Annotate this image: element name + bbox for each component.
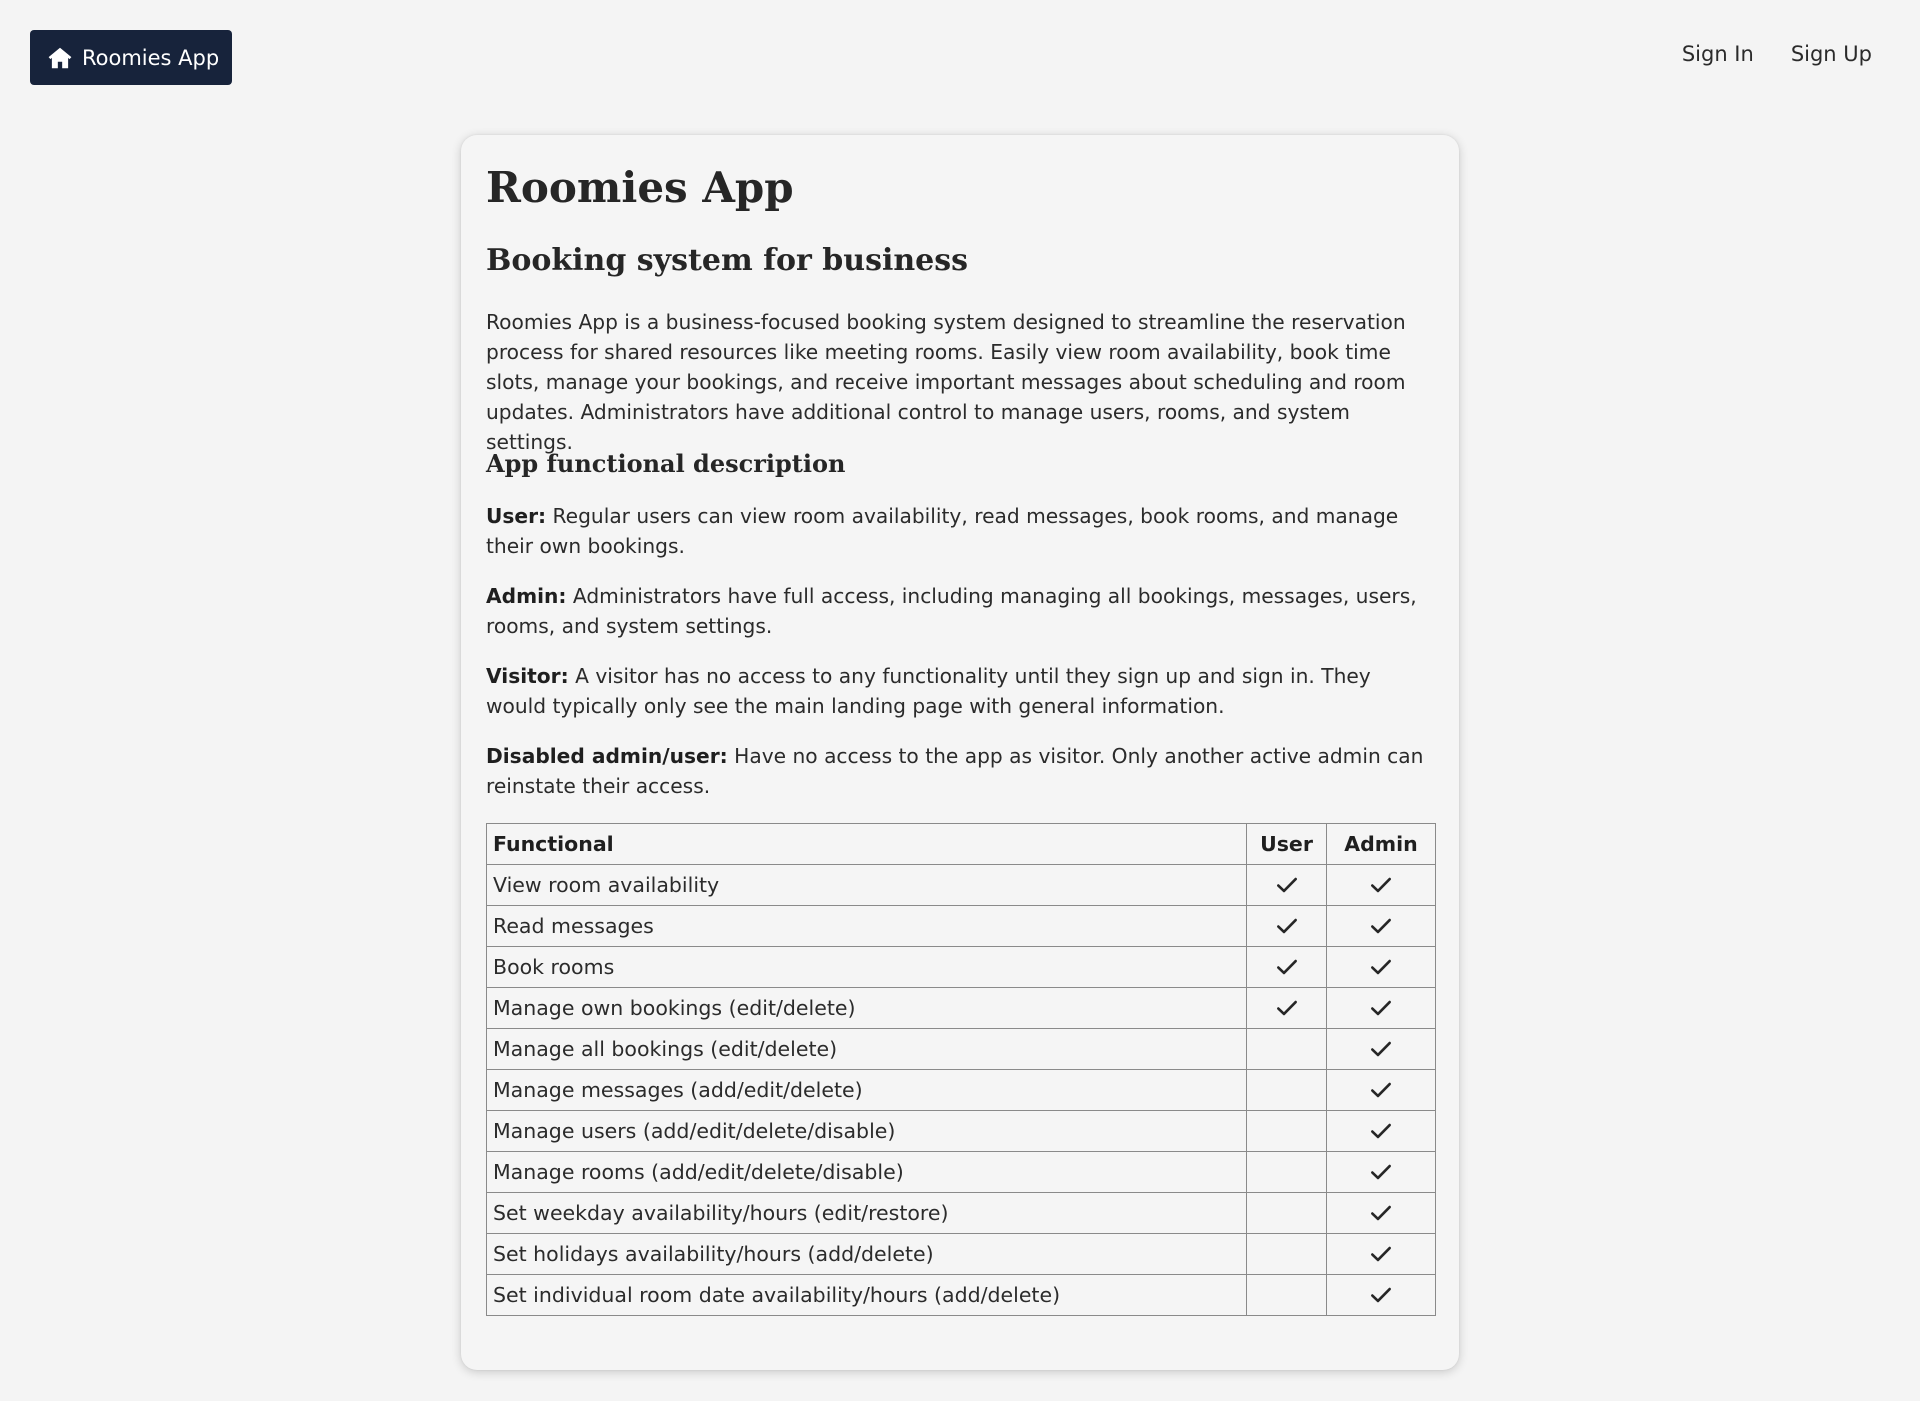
- role-disabled-label: Disabled admin/user:: [486, 744, 728, 768]
- checkmark-icon: [1368, 1200, 1394, 1224]
- admin-permission-cell: [1326, 946, 1436, 988]
- function-label: Manage messages (add/edit/delete): [486, 1069, 1247, 1111]
- checkmark-icon: [1368, 913, 1394, 937]
- table-row: Set holidays availability/hours (add/del…: [486, 1233, 1436, 1275]
- home-brand-button[interactable]: Roomies App: [30, 30, 232, 85]
- role-visitor-label: Visitor:: [486, 664, 569, 688]
- function-label: Manage rooms (add/edit/delete/disable): [486, 1151, 1247, 1193]
- table-row: Set individual room date availability/ho…: [486, 1274, 1436, 1316]
- function-label: Set holidays availability/hours (add/del…: [486, 1233, 1247, 1275]
- checkmark-icon: [1274, 913, 1300, 937]
- intro-paragraph: Roomies App is a business-focused bookin…: [486, 310, 1406, 454]
- user-permission-cell: [1246, 864, 1327, 906]
- function-label: View room availability: [486, 864, 1247, 906]
- checkmark-icon: [1368, 954, 1394, 978]
- admin-permission-cell: [1326, 905, 1436, 947]
- role-visitor-description: Visitor: A visitor has no access to any …: [486, 661, 1436, 721]
- table-header-row: Functional User Admin: [486, 823, 1436, 865]
- table-row: View room availability: [486, 864, 1436, 906]
- page-subtitle: Booking system for business: [486, 243, 969, 278]
- admin-permission-cell: [1326, 1069, 1436, 1111]
- header-admin: Admin: [1326, 823, 1436, 865]
- function-label: Set weekday availability/hours (edit/res…: [486, 1192, 1247, 1234]
- user-permission-cell: [1246, 946, 1327, 988]
- table-row: Manage users (add/edit/delete/disable): [486, 1110, 1436, 1152]
- admin-permission-cell: [1326, 1110, 1436, 1152]
- role-disabled-description: Disabled admin/user: Have no access to t…: [486, 741, 1436, 801]
- user-permission-cell: [1246, 905, 1327, 947]
- user-permission-cell: [1246, 987, 1327, 1029]
- checkmark-icon: [1274, 872, 1300, 896]
- top-navbar: Roomies App Sign In Sign Up: [0, 0, 1920, 116]
- table-row: Set weekday availability/hours (edit/res…: [486, 1192, 1436, 1234]
- user-permission-cell: [1246, 1151, 1327, 1193]
- table-row: Manage all bookings (edit/delete): [486, 1028, 1436, 1070]
- checkmark-icon: [1274, 995, 1300, 1019]
- checkmark-icon: [1368, 995, 1394, 1019]
- table-row: Manage own bookings (edit/delete): [486, 987, 1436, 1029]
- role-admin-description: Admin: Administrators have full access, …: [486, 581, 1436, 641]
- user-permission-cell: [1246, 1192, 1327, 1234]
- brand-label: Roomies App: [82, 45, 220, 70]
- admin-permission-cell: [1326, 1028, 1436, 1070]
- checkmark-icon: [1368, 1159, 1394, 1183]
- checkmark-icon: [1368, 1241, 1394, 1265]
- functional-permissions-table: Functional User Admin View room availabi…: [486, 823, 1436, 1316]
- function-label: Book rooms: [486, 946, 1247, 988]
- admin-permission-cell: [1326, 987, 1436, 1029]
- table-row: Book rooms: [486, 946, 1436, 988]
- function-label: Manage own bookings (edit/delete): [486, 987, 1247, 1029]
- role-user-text: Regular users can view room availability…: [486, 504, 1399, 558]
- checkmark-icon: [1368, 1036, 1394, 1060]
- admin-permission-cell: [1326, 864, 1436, 906]
- page-title: Roomies App: [486, 163, 794, 212]
- checkmark-icon: [1368, 1118, 1394, 1142]
- user-permission-cell: [1246, 1233, 1327, 1275]
- info-card: Roomies App Booking system for business …: [461, 135, 1459, 1370]
- user-permission-cell: [1246, 1028, 1327, 1070]
- header-user: User: [1246, 823, 1327, 865]
- sign-up-link[interactable]: Sign Up: [1791, 42, 1872, 66]
- header-functional: Functional: [486, 823, 1247, 865]
- role-visitor-text: A visitor has no access to any functiona…: [486, 664, 1371, 718]
- sign-in-link[interactable]: Sign In: [1682, 42, 1754, 66]
- home-icon: [47, 45, 73, 71]
- role-admin-label: Admin:: [486, 584, 567, 608]
- function-label: Set individual room date availability/ho…: [486, 1274, 1247, 1316]
- auth-nav: Sign In Sign Up: [1682, 42, 1872, 66]
- user-permission-cell: [1246, 1274, 1327, 1316]
- table-body: View room availability Read messages Book …: [486, 864, 1436, 1316]
- table-row: Read messages: [486, 905, 1436, 947]
- checkmark-icon: [1274, 954, 1300, 978]
- admin-permission-cell: [1326, 1192, 1436, 1234]
- table-row: Manage rooms (add/edit/delete/disable): [486, 1151, 1436, 1193]
- admin-permission-cell: [1326, 1151, 1436, 1193]
- checkmark-icon: [1368, 1077, 1394, 1101]
- function-label: Manage users (add/edit/delete/disable): [486, 1110, 1247, 1152]
- user-permission-cell: [1246, 1069, 1327, 1111]
- checkmark-icon: [1368, 872, 1394, 896]
- role-admin-text: Administrators have full access, includi…: [486, 584, 1417, 638]
- function-label: Manage all bookings (edit/delete): [486, 1028, 1247, 1070]
- role-user-label: User:: [486, 504, 547, 528]
- admin-permission-cell: [1326, 1274, 1436, 1316]
- table-row: Manage messages (add/edit/delete): [486, 1069, 1436, 1111]
- section-title: App functional description: [486, 449, 846, 478]
- user-permission-cell: [1246, 1110, 1327, 1152]
- admin-permission-cell: [1326, 1233, 1436, 1275]
- function-label: Read messages: [486, 905, 1247, 947]
- checkmark-icon: [1368, 1282, 1394, 1306]
- role-user-description: User: Regular users can view room availa…: [486, 501, 1436, 561]
